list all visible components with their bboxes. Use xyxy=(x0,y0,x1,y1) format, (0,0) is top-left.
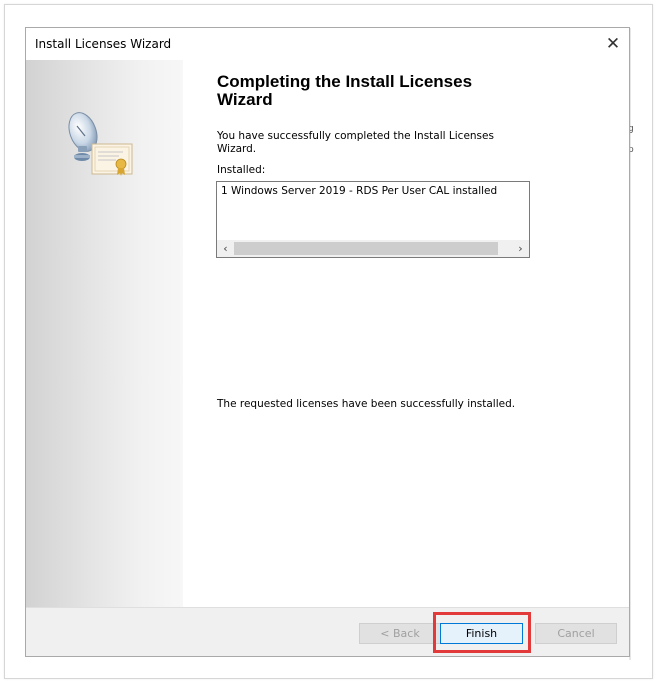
completion-description: You have successfully completed the Inst… xyxy=(217,130,494,155)
list-item[interactable]: 1 Windows Server 2019 - RDS Per User CAL… xyxy=(221,185,497,197)
scroll-right-icon[interactable]: › xyxy=(512,240,529,257)
wizard-content: Completing the Install Licenses Wizard Y… xyxy=(183,60,629,607)
installed-label: Installed: xyxy=(217,164,266,176)
window-title: Install Licenses Wizard xyxy=(35,37,172,51)
status-message: The requested licenses have been success… xyxy=(217,398,516,410)
close-icon[interactable]: ✕ xyxy=(603,34,623,54)
installed-list[interactable]: 1 Windows Server 2019 - RDS Per User CAL… xyxy=(216,181,530,258)
title-bar[interactable]: Install Licenses Wizard ✕ xyxy=(26,28,629,60)
wizard-side-banner xyxy=(26,60,183,607)
scroll-left-icon[interactable]: ‹ xyxy=(217,240,234,257)
install-licenses-wizard-dialog: Install Licenses Wizard ✕ Completing the… xyxy=(25,27,630,657)
page-title: Completing the Install Licenses Wizard xyxy=(217,72,473,109)
back-button[interactable]: < Back xyxy=(359,623,441,644)
button-bar: < Back Finish Cancel xyxy=(26,607,629,656)
scrollbar-thumb[interactable] xyxy=(234,242,498,255)
cancel-button[interactable]: Cancel xyxy=(535,623,617,644)
horizontal-scrollbar[interactable]: ‹ › xyxy=(217,240,529,257)
finish-button-highlight xyxy=(433,612,531,653)
satellite-certificate-icon xyxy=(68,112,133,176)
